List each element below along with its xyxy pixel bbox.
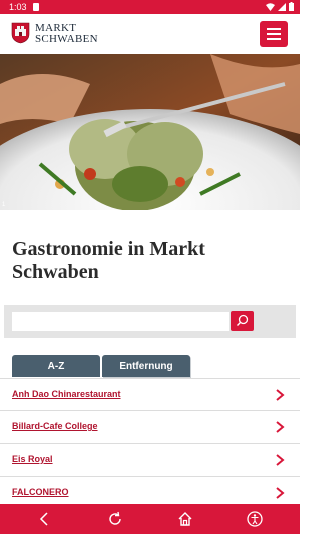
- chevron-right-icon: [276, 487, 285, 499]
- list-item[interactable]: Eis Royal: [0, 444, 300, 477]
- sim-icon: [33, 3, 39, 11]
- battery-icon: [289, 2, 294, 11]
- menu-icon: [267, 28, 281, 30]
- list-item[interactable]: Billard-Cafe College: [0, 411, 300, 444]
- chevron-right-icon: [276, 454, 285, 466]
- home-icon[interactable]: [175, 509, 195, 529]
- app-header: MARKT SCHWABEN: [0, 14, 300, 54]
- search-input[interactable]: [12, 312, 229, 331]
- crest-logo-icon: [11, 22, 30, 44]
- chevron-right-icon: [276, 421, 285, 433]
- logo-line-2: SCHWABEN: [35, 33, 98, 45]
- site-logo-text[interactable]: MARKT SCHWABEN: [35, 23, 98, 45]
- hero-image: 1: [0, 54, 300, 210]
- list-item-label[interactable]: Eis Royal: [12, 454, 53, 464]
- reload-icon[interactable]: [105, 509, 125, 529]
- status-icons: [266, 2, 294, 11]
- hero-caption: 1: [2, 202, 6, 208]
- search-button[interactable]: [231, 311, 254, 331]
- restaurant-list: Anh Dao Chinarestaurant Billard-Cafe Col…: [0, 378, 300, 510]
- status-bar: 1:03: [0, 0, 300, 14]
- signal-icon: [278, 2, 286, 11]
- page-title: Gastronomie in Markt Schwaben: [12, 238, 205, 283]
- search-icon: [237, 314, 249, 326]
- tab-distance[interactable]: Entfernung: [102, 355, 190, 377]
- chevron-right-icon: [276, 389, 285, 401]
- menu-button[interactable]: [260, 21, 288, 47]
- search-box: [4, 305, 296, 338]
- list-item-label[interactable]: FALCONERO: [12, 487, 69, 497]
- back-icon[interactable]: [35, 509, 55, 529]
- accessibility-icon[interactable]: [245, 509, 265, 529]
- list-item[interactable]: Anh Dao Chinarestaurant: [0, 378, 300, 411]
- status-time: 1:03: [9, 2, 27, 12]
- tab-az[interactable]: A-Z: [12, 355, 100, 377]
- list-item-label[interactable]: Anh Dao Chinarestaurant: [12, 389, 121, 399]
- list-item-label[interactable]: Billard-Cafe College: [12, 421, 98, 431]
- food-photo: [0, 54, 300, 210]
- bottom-nav: [0, 504, 300, 534]
- wifi-icon: [266, 2, 275, 11]
